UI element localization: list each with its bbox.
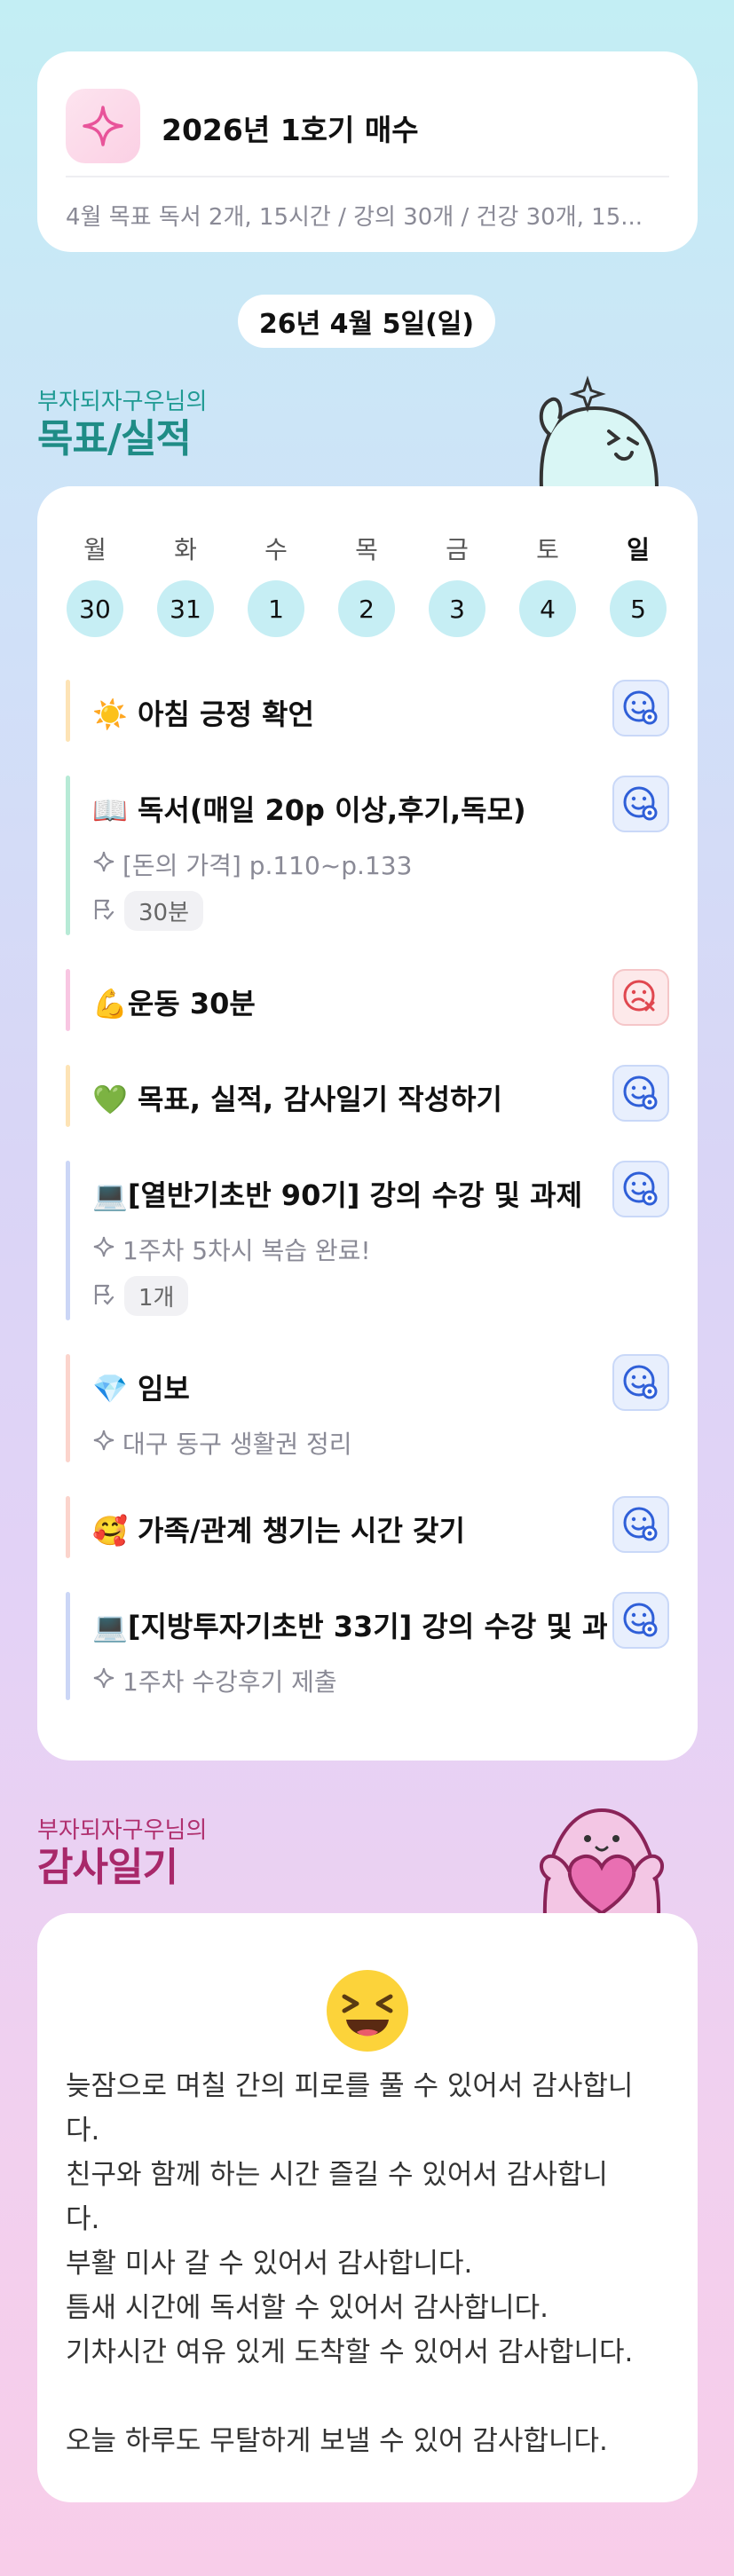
- gratitude-line: 틈새 시간에 독서할 수 있어서 감사합니다.: [66, 2292, 549, 2324]
- task-title: 💎 임보: [92, 1372, 190, 1406]
- date-circle[interactable]: 5: [610, 580, 667, 637]
- weekday-label: 일: [627, 535, 650, 564]
- task-duration: 30분: [92, 891, 204, 931]
- task-item[interactable]: 💻[지방투자기초반 33기] 강의 수강 및 과제 1주차 수강후기 제출: [66, 1592, 669, 1700]
- mascot-ghost-icon: [533, 373, 666, 490]
- task-note-text: [돈의 가격] p.110~p.133: [122, 851, 413, 880]
- header-divider: [66, 176, 669, 177]
- sad-x-icon[interactable]: [612, 969, 669, 1026]
- gratitude-line: 다.: [66, 2203, 100, 2235]
- weekday-label: 금: [446, 535, 469, 564]
- gratitude-line: 기차시간 여유 있게 도착할 수 있어서 감사합니다.: [66, 2336, 634, 2368]
- sparkle-outline-icon: [92, 1666, 115, 1696]
- task-title: 💚 목표, 실적, 감사일기 작성하기: [92, 1083, 502, 1116]
- task-color-bar: [66, 776, 70, 935]
- task-note-text: 1주차 수강후기 제출: [122, 1667, 337, 1697]
- date-circle[interactable]: 30: [67, 580, 123, 637]
- task-note: [돈의 가격] p.110~p.133: [92, 847, 412, 882]
- flag-icon: [92, 1283, 115, 1310]
- task-title: 🥰 가족/관계 챙기는 시간 갖기: [92, 1514, 465, 1548]
- count-tag: 1개: [124, 1276, 189, 1316]
- goals-title: 목표/실적: [37, 416, 192, 461]
- monthly-goal-text: 4월 목표 독서 2개, 15시간 / 강의 30개 / 건강 30개, 15.…: [66, 204, 643, 231]
- task-title: 💻[지방투자기초반 33기] 강의 수강 및 과제: [92, 1610, 607, 1643]
- task-item[interactable]: 💪운동 30분: [66, 969, 669, 1031]
- task-color-bar: [66, 1496, 70, 1558]
- smile-check-icon[interactable]: [612, 1161, 669, 1217]
- task-title: 💪운동 30분: [92, 987, 256, 1020]
- task-color-bar: [66, 1592, 70, 1700]
- task-color-bar: [66, 1354, 70, 1462]
- gratitude-card: 늦잠으로 며칠 간의 피로를 풀 수 있어서 감사합니 다. 친구와 함께 하는…: [37, 1913, 698, 2502]
- gratitude-line: 늦잠으로 며칠 간의 피로를 풀 수 있어서 감사합니: [66, 2070, 634, 2102]
- gratitude-line: 다.: [66, 2115, 100, 2147]
- task-item[interactable]: 💻[열반기초반 90기] 강의 수강 및 과제 1주차 5차시 복습 완료! 1…: [66, 1161, 669, 1320]
- task-color-bar: [66, 969, 70, 1031]
- date-circle[interactable]: 1: [248, 580, 304, 637]
- task-title: 💻[열반기초반 90기] 강의 수강 및 과제: [92, 1178, 583, 1212]
- mascot-heart-icon: [531, 1801, 673, 1918]
- task-color-bar: [66, 1161, 70, 1320]
- gratitude-line: 오늘 하루도 무탈하게 보낼 수 있어 감사합니다.: [66, 2425, 608, 2457]
- smile-check-icon[interactable]: [612, 680, 669, 737]
- date-circle[interactable]: 2: [338, 580, 395, 637]
- smile-check-icon[interactable]: [612, 1496, 669, 1553]
- goals-card: 월 화 수 목 금 토 일 30 31 1 2 3 4 5 ☀️ 아침 긍정 확…: [37, 486, 698, 1761]
- date-pill[interactable]: 26년 4월 5일(일): [238, 295, 495, 348]
- weekday-label: 수: [264, 535, 288, 564]
- date-circle[interactable]: 3: [429, 580, 485, 637]
- sparkle-outline-icon: [92, 1235, 115, 1264]
- flag-icon: [92, 898, 115, 925]
- weekday-label: 목: [355, 535, 378, 564]
- smile-check-icon[interactable]: [612, 1592, 669, 1649]
- duration-tag: 30분: [124, 891, 204, 931]
- gratitude-line: 부활 미사 갈 수 있어서 감사합니다.: [66, 2248, 473, 2280]
- task-item[interactable]: ☀️ 아침 긍정 확언: [66, 680, 669, 742]
- laughing-emoji-icon: [323, 1966, 412, 2055]
- sparkle-outline-icon: [92, 850, 115, 879]
- weekday-label: 토: [536, 535, 559, 564]
- task-title: 📖 독서(매일 20p 이상,후기,독모): [92, 793, 526, 827]
- header-title: 2026년 1호기 매수: [162, 113, 419, 147]
- task-note: 1주차 5차시 복습 완료!: [92, 1232, 371, 1267]
- smile-check-icon[interactable]: [612, 1354, 669, 1411]
- task-color-bar: [66, 1065, 70, 1127]
- date-circle[interactable]: 31: [157, 580, 214, 637]
- gratitude-line: [66, 2375, 669, 2419]
- task-item[interactable]: 💚 목표, 실적, 감사일기 작성하기: [66, 1065, 669, 1127]
- gratitude-title: 감사일기: [37, 1845, 178, 1890]
- date-circle[interactable]: 4: [519, 580, 576, 637]
- gratitude-line: 친구와 함께 하는 시간 즐길 수 있어서 감사합니: [66, 2159, 608, 2191]
- task-note-text: 1주차 5차시 복습 완료!: [122, 1236, 371, 1265]
- task-note-text: 대구 동구 생활권 정리: [122, 1430, 352, 1459]
- task-note: 1주차 수강후기 제출: [92, 1663, 337, 1698]
- task-count: 1개: [92, 1276, 189, 1316]
- smile-check-icon[interactable]: [612, 1065, 669, 1122]
- gratitude-text: 늦잠으로 며칠 간의 피로를 풀 수 있어서 감사합니 다. 친구와 함께 하는…: [66, 2064, 669, 2463]
- weekday-label: 월: [83, 535, 107, 564]
- task-item[interactable]: 📖 독서(매일 20p 이상,후기,독모) [돈의 가격] p.110~p.13…: [66, 776, 669, 935]
- sparkle-outline-icon: [92, 1429, 115, 1458]
- weekday-label: 화: [174, 535, 197, 564]
- task-color-bar: [66, 680, 70, 742]
- task-item[interactable]: 🥰 가족/관계 챙기는 시간 갖기: [66, 1496, 669, 1558]
- task-title: ☀️ 아침 긍정 확언: [92, 697, 314, 731]
- sparkle-icon: [66, 89, 140, 163]
- smile-check-icon[interactable]: [612, 776, 669, 832]
- task-note: 대구 동구 생활권 정리: [92, 1425, 352, 1461]
- header-card: 2026년 1호기 매수 4월 목표 독서 2개, 15시간 / 강의 30개 …: [37, 51, 698, 252]
- task-item[interactable]: 💎 임보 대구 동구 생활권 정리: [66, 1354, 669, 1462]
